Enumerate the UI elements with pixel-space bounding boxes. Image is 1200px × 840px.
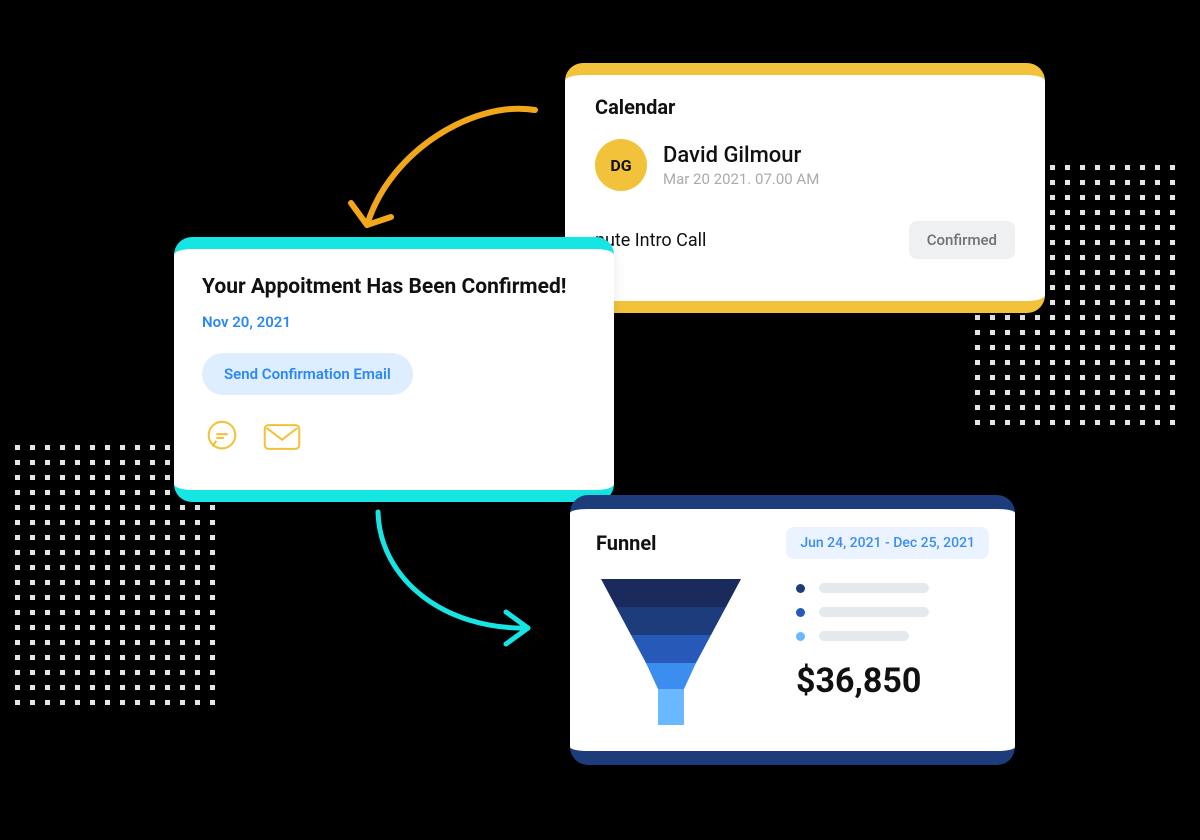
date-range-picker[interactable]: Jun 24, 2021 - Dec 25, 2021 — [786, 527, 989, 559]
contact-datetime: Mar 20 2021. 07.00 AM — [663, 170, 819, 188]
legend-item — [796, 583, 989, 593]
calendar-contact: DG David Gilmour Mar 20 2021. 07.00 AM — [595, 139, 1015, 191]
arrow-cyan-icon — [360, 500, 560, 660]
legend-item — [796, 631, 989, 641]
funnel-title: Funnel — [596, 531, 656, 555]
funnel-chart-icon — [596, 579, 746, 739]
funnel-card: Funnel Jun 24, 2021 - Dec 25, 2021 $3 — [570, 495, 1015, 765]
appointment-card: Your Appoitment Has Been Confirmed! Nov … — [174, 237, 614, 502]
calendar-card: Calendar DG David Gilmour Mar 20 2021. 0… — [565, 63, 1045, 313]
send-confirmation-button[interactable]: Send Confirmation Email — [202, 353, 413, 395]
legend-dot-icon — [796, 608, 805, 617]
funnel-amount: $36,850 — [796, 661, 989, 701]
legend-item — [796, 607, 989, 617]
chat-icon[interactable] — [202, 417, 242, 457]
legend-dot-icon — [796, 632, 805, 641]
email-icon[interactable] — [262, 417, 302, 457]
status-badge: Confirmed — [909, 221, 1015, 259]
arrow-orange-icon — [335, 95, 555, 255]
avatar: DG — [595, 139, 647, 191]
legend-dot-icon — [796, 584, 805, 593]
appointment-title: Your Appoitment Has Been Confirmed! — [202, 273, 586, 301]
calendar-title: Calendar — [595, 95, 1015, 119]
contact-name: David Gilmour — [663, 143, 819, 168]
appointment-date: Nov 20, 2021 — [202, 313, 586, 331]
